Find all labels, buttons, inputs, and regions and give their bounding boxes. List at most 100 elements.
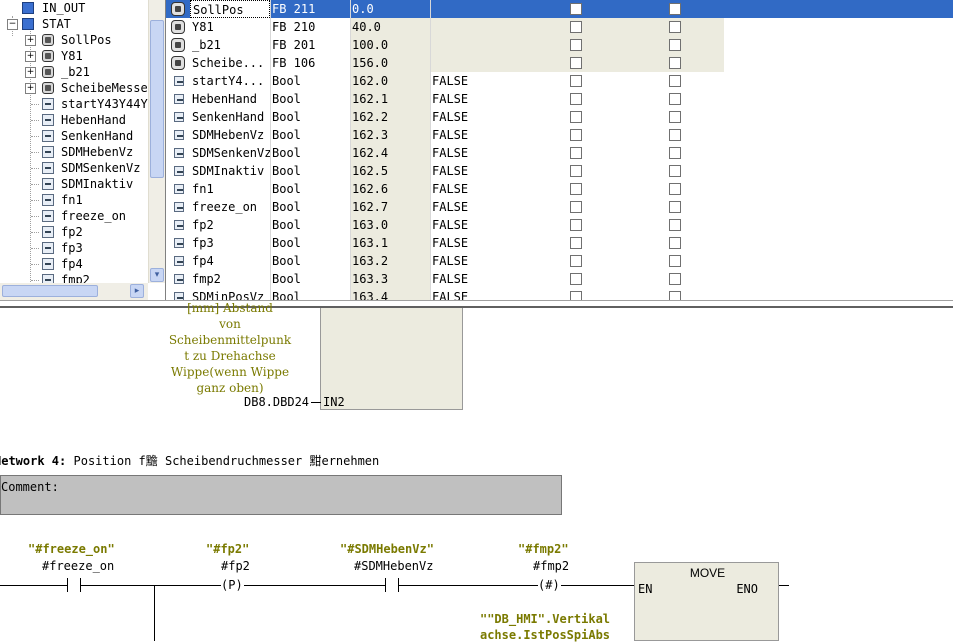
address-cell[interactable]: 0.0	[352, 0, 430, 18]
termination-address-checkbox[interactable]	[669, 291, 681, 300]
data-type-cell[interactable]: Bool	[272, 216, 348, 234]
termination-address-checkbox[interactable]	[669, 93, 681, 105]
contact-operand-freeze-on[interactable]: #freeze_on	[42, 559, 114, 573]
variable-name-cell[interactable]: fn1	[190, 180, 272, 198]
contact-operand-fmp2[interactable]: #fmp2	[533, 559, 569, 573]
expand-icon[interactable]: +	[25, 83, 36, 94]
exclusion-address-checkbox[interactable]	[570, 93, 582, 105]
address-cell[interactable]: 162.5	[352, 162, 430, 180]
address-cell[interactable]: 162.7	[352, 198, 430, 216]
initial-value-cell[interactable]: FALSE	[432, 162, 512, 180]
table-row[interactable]: _b21 FB 201 100.0	[166, 36, 953, 54]
address-cell[interactable]: 163.2	[352, 252, 430, 270]
initial-value-cell[interactable]: FALSE	[432, 90, 512, 108]
address-cell[interactable]: 40.0	[352, 18, 430, 36]
data-type-cell[interactable]: FB 210	[272, 18, 348, 36]
termination-address-checkbox[interactable]	[669, 57, 681, 69]
pane-splitter[interactable]	[0, 300, 953, 308]
midline-coil[interactable]: (#)	[538, 577, 560, 593]
initial-value-cell[interactable]: FALSE	[432, 180, 512, 198]
variable-name-cell[interactable]: startY4...	[190, 72, 272, 90]
initial-value-cell[interactable]	[432, 36, 512, 54]
variable-name-cell[interactable]: SDMHebenVz	[190, 126, 272, 144]
variable-name-cell[interactable]: Scheibe...	[190, 54, 272, 72]
termination-address-checkbox[interactable]	[669, 183, 681, 195]
address-cell[interactable]: 163.0	[352, 216, 430, 234]
variable-name-cell[interactable]: fp3	[190, 234, 272, 252]
tree-horizontal-scroll-thumb[interactable]	[2, 285, 98, 297]
termination-address-checkbox[interactable]	[669, 21, 681, 33]
data-type-cell[interactable]: FB 211	[272, 0, 348, 18]
tree-vertical-scroll-thumb[interactable]	[150, 20, 164, 178]
normally-open-contact[interactable]	[67, 578, 81, 592]
table-row[interactable]: fp3 Bool 163.1 FALSE	[166, 234, 953, 252]
network-title[interactable]: Network 4: Position f黵 Scheibendruchmess…	[0, 452, 379, 469]
expand-icon[interactable]: +	[25, 51, 36, 62]
initial-value-cell[interactable]: FALSE	[432, 72, 512, 90]
table-row[interactable]: SDMHebenVz Bool 162.3 FALSE	[166, 126, 953, 144]
table-row[interactable]: SollPos FB 211 0.0	[166, 0, 953, 18]
variable-name-cell[interactable]: Y81	[190, 18, 272, 36]
data-type-cell[interactable]: Bool	[272, 234, 348, 252]
data-type-cell[interactable]: Bool	[272, 144, 348, 162]
table-row[interactable]: fmp2 Bool 163.3 FALSE	[166, 270, 953, 288]
termination-address-checkbox[interactable]	[669, 3, 681, 15]
exclusion-address-checkbox[interactable]	[570, 39, 582, 51]
termination-address-checkbox[interactable]	[669, 75, 681, 87]
variable-name-cell[interactable]: SDMSenkenVz	[190, 144, 272, 162]
address-cell[interactable]: 162.4	[352, 144, 430, 162]
move-input-operand[interactable]: ""DB_HMI".Vertikal achse.IstPosSpiAbs	[470, 611, 620, 643]
data-type-cell[interactable]: Bool	[272, 162, 348, 180]
table-row[interactable]: SDMinPosVz Bool 163.4 FALSE	[166, 288, 953, 300]
initial-value-cell[interactable]: FALSE	[432, 252, 512, 270]
data-type-cell[interactable]: FB 106	[272, 54, 348, 72]
table-row[interactable]: fp4 Bool 163.2 FALSE	[166, 252, 953, 270]
data-type-cell[interactable]: Bool	[272, 126, 348, 144]
expand-icon[interactable]: +	[25, 35, 36, 46]
table-row[interactable]: HebenHand Bool 162.1 FALSE	[166, 90, 953, 108]
address-cell[interactable]: 163.4	[352, 288, 430, 300]
table-row[interactable]: fp2 Bool 163.0 FALSE	[166, 216, 953, 234]
expand-icon[interactable]: +	[25, 67, 36, 78]
exclusion-address-checkbox[interactable]	[570, 75, 582, 87]
table-row[interactable]: SDMInaktiv Bool 162.5 FALSE	[166, 162, 953, 180]
initial-value-cell[interactable]: FALSE	[432, 144, 512, 162]
variable-name-cell[interactable]: fmp2	[190, 270, 272, 288]
initial-value-cell[interactable]	[432, 0, 512, 18]
address-cell[interactable]: 163.3	[352, 270, 430, 288]
initial-value-cell[interactable]	[432, 18, 512, 36]
data-type-cell[interactable]: Bool	[272, 198, 348, 216]
table-row[interactable]: freeze_on Bool 162.7 FALSE	[166, 198, 953, 216]
termination-address-checkbox[interactable]	[669, 165, 681, 177]
initial-value-cell[interactable]: FALSE	[432, 198, 512, 216]
address-cell[interactable]: 162.0	[352, 72, 430, 90]
data-type-cell[interactable]: Bool	[272, 252, 348, 270]
data-type-cell[interactable]: Bool	[272, 72, 348, 90]
variable-name-cell[interactable]: SollPos	[190, 0, 270, 18]
previous-operand[interactable]: DB8.DBD24	[244, 395, 309, 409]
normally-open-contact[interactable]	[385, 578, 399, 592]
address-cell[interactable]: 162.2	[352, 108, 430, 126]
data-type-cell[interactable]: Bool	[272, 270, 348, 288]
table-row[interactable]: fn1 Bool 162.6 FALSE	[166, 180, 953, 198]
table-row[interactable]: SDMSenkenVz Bool 162.4 FALSE	[166, 144, 953, 162]
exclusion-address-checkbox[interactable]	[570, 183, 582, 195]
contact-operand-fp2[interactable]: #fp2	[221, 559, 250, 573]
table-row[interactable]: Y81 FB 210 40.0	[166, 18, 953, 36]
variable-name-cell[interactable]: _b21	[190, 36, 272, 54]
address-cell[interactable]: 163.1	[352, 234, 430, 252]
exclusion-address-checkbox[interactable]	[570, 255, 582, 267]
exclusion-address-checkbox[interactable]	[570, 219, 582, 231]
data-type-cell[interactable]: Bool	[272, 90, 348, 108]
variable-name-cell[interactable]: HebenHand	[190, 90, 272, 108]
initial-value-cell[interactable]: FALSE	[432, 216, 512, 234]
positive-edge-coil[interactable]: (P)	[221, 577, 243, 593]
initial-value-cell[interactable]: FALSE	[432, 270, 512, 288]
termination-address-checkbox[interactable]	[669, 39, 681, 51]
network-comment-box[interactable]: Comment:	[0, 475, 562, 515]
initial-value-cell[interactable]: FALSE	[432, 126, 512, 144]
exclusion-address-checkbox[interactable]	[570, 21, 582, 33]
exclusion-address-checkbox[interactable]	[570, 273, 582, 285]
termination-address-checkbox[interactable]	[669, 201, 681, 213]
scroll-right-arrow-icon[interactable]: ▸	[130, 284, 144, 298]
